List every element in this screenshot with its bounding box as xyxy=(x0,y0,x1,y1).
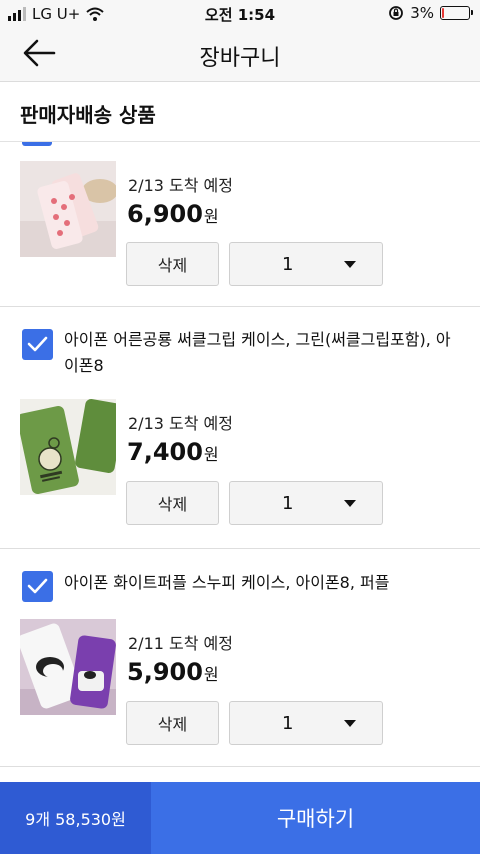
checkout-bar: 9개 58,530원 구매하기 xyxy=(0,782,480,854)
cart-item: 아이폰 화이트퍼플 스누피 케이스, 아이폰8, 퍼플 2/11 도착 예정 5… xyxy=(0,549,480,767)
quantity-select[interactable]: 1 xyxy=(229,481,383,525)
status-right: 3% xyxy=(388,4,473,22)
orientation-lock-icon xyxy=(389,6,404,20)
green-case-image xyxy=(20,399,116,495)
pink-case-image xyxy=(20,161,116,257)
product-name[interactable]: 아이폰 어른공룡 써클그립 케이스, 그린(써클그립포함), 아이폰8 xyxy=(64,327,464,379)
product-thumbnail[interactable] xyxy=(20,161,116,257)
section-header: 판매자배송 상품 xyxy=(0,83,480,142)
item-price: 5,900원 xyxy=(127,658,219,686)
product-name[interactable]: 아이폰 화이트퍼플 스누피 케이스, 아이폰8, 퍼플 xyxy=(64,570,464,596)
item-price: 6,900원 xyxy=(127,200,219,228)
battery-percent: 3% xyxy=(410,4,434,22)
battery-level xyxy=(442,8,444,18)
product-thumbnail[interactable] xyxy=(20,399,116,495)
arrival-date: 2/13 도착 예정 xyxy=(128,414,233,433)
arrival-date: 2/13 도착 예정 xyxy=(128,176,233,195)
item-price: 7,400원 xyxy=(127,438,219,466)
order-summary: 9개 58,530원 xyxy=(0,782,151,854)
product-thumbnail[interactable] xyxy=(20,619,116,715)
section-title: 판매자배송 상품 xyxy=(20,103,156,127)
checkmark-icon xyxy=(27,336,48,352)
delete-button[interactable]: 삭제 xyxy=(126,242,219,286)
caret-down-icon xyxy=(344,261,356,268)
caret-down-icon xyxy=(344,720,356,727)
quantity-value: 1 xyxy=(282,254,294,275)
quantity-value: 1 xyxy=(282,493,294,514)
quantity-value: 1 xyxy=(282,713,294,734)
buy-button[interactable]: 구매하기 xyxy=(151,782,480,854)
cart-item: 아이폰 어른공룡 써클그립 케이스, 그린(써클그립포함), 아이폰8 2/13… xyxy=(0,307,480,549)
quantity-select[interactable]: 1 xyxy=(229,701,383,745)
arrival-date: 2/11 도착 예정 xyxy=(128,634,233,653)
checkmark-icon xyxy=(27,578,48,594)
cart-item: 2/13 도착 예정 6,900원 삭제 1 xyxy=(0,146,480,307)
page-title: 장바구니 xyxy=(199,46,281,71)
delete-button[interactable]: 삭제 xyxy=(126,701,219,745)
item-checkbox[interactable] xyxy=(22,329,53,360)
purple-case-image xyxy=(20,619,116,715)
nav-bar: 장바구니 xyxy=(0,28,480,82)
status-bar: LG U+ 오전 1:54 3% xyxy=(0,0,480,28)
delete-button[interactable]: 삭제 xyxy=(126,481,219,525)
item-checkbox[interactable] xyxy=(22,571,53,602)
battery-icon xyxy=(440,6,473,20)
quantity-select[interactable]: 1 xyxy=(229,242,383,286)
caret-down-icon xyxy=(344,500,356,507)
